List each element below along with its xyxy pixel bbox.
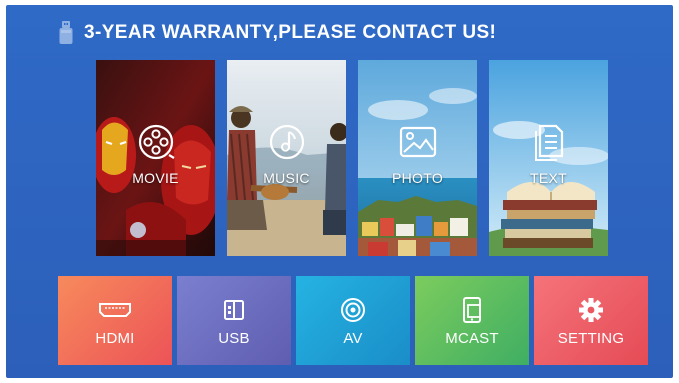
header: 3-YEAR WARRANTY,PLEASE CONTACT US!: [58, 17, 496, 49]
text-label: TEXT: [530, 170, 567, 186]
gear-icon: [579, 298, 603, 322]
hdmi-button[interactable]: HDMI: [58, 276, 172, 365]
screen-mirror-icon: [463, 297, 481, 323]
movie-tile[interactable]: MOVIE: [96, 60, 215, 256]
source-buttons: HDMI USB AV MCAST SETTING: [58, 276, 648, 366]
usb-icon: [224, 300, 244, 320]
mcast-button[interactable]: MCAST: [415, 276, 529, 365]
text-tile[interactable]: TEXT: [489, 60, 608, 256]
document-icon: [534, 124, 563, 161]
mcast-label: MCAST: [445, 330, 499, 347]
setting-label: SETTING: [557, 330, 625, 347]
av-label: AV: [343, 330, 363, 347]
usb-button[interactable]: USB: [177, 276, 291, 365]
media-tiles: MOVIE MUSIC PHOTO TEXT: [96, 60, 608, 256]
warranty-banner-title: 3-YEAR WARRANTY,PLEASE CONTACT US!: [84, 22, 497, 43]
hdmi-port-icon: [99, 303, 131, 317]
av-button[interactable]: AV: [296, 276, 410, 365]
photo-tile[interactable]: PHOTO: [358, 60, 477, 256]
setting-button[interactable]: SETTING: [534, 276, 648, 365]
music-note-icon: [269, 124, 304, 160]
home-screen: 3-YEAR WARRANTY,PLEASE CONTACT US! MOVIE…: [6, 5, 673, 378]
photo-label: PHOTO: [391, 170, 444, 186]
film-reel-icon: [138, 124, 175, 160]
photo-icon: [399, 126, 436, 158]
usb-label: USB: [218, 330, 250, 347]
movie-label: MOVIE: [132, 170, 179, 186]
hdmi-label: HDMI: [95, 330, 135, 347]
usb-drive-icon: [58, 20, 74, 46]
music-tile[interactable]: MUSIC: [227, 60, 346, 256]
music-label: MUSIC: [263, 170, 310, 186]
av-input-icon: [341, 298, 365, 322]
